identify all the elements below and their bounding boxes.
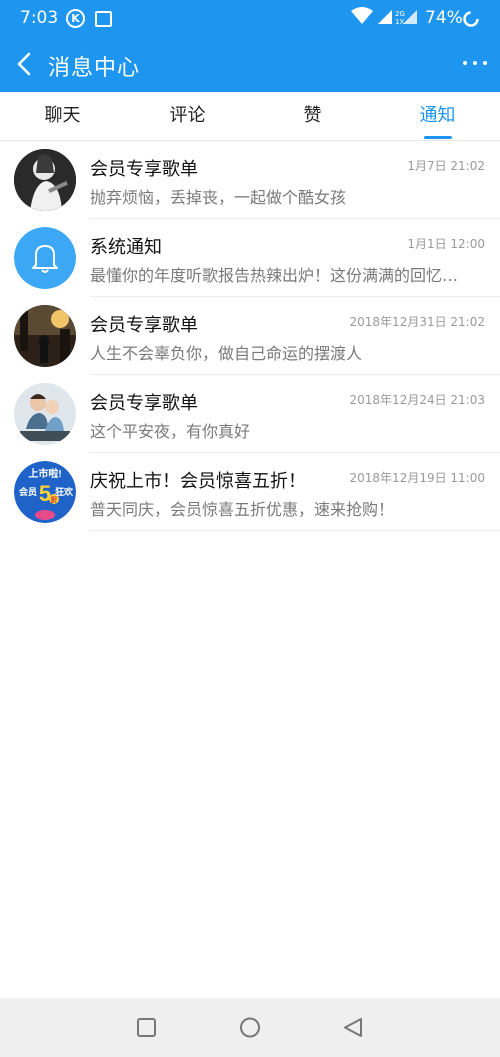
wifi-icon bbox=[351, 7, 373, 24]
promo-badge-icon: 上市啦! 会员 5 折 狂欢 bbox=[14, 461, 76, 523]
message-item[interactable]: 会员专享歌单 2018年12月24日 21:03 这个平安夜，有你真好 bbox=[0, 375, 500, 453]
signal-icon-2 bbox=[403, 10, 417, 24]
message-item[interactable]: 上市啦! 会员 5 折 狂欢 庆祝上市！会员惊喜五折！ 2018年12月19日 … bbox=[0, 453, 500, 531]
message-snippet: 抛弃烦恼，丢掉丧，一起做个酷女孩 bbox=[90, 188, 347, 207]
avatar bbox=[14, 383, 76, 445]
message-item[interactable]: 会员专享歌单 1月7日 21:02 抛弃烦恼，丢掉丧，一起做个酷女孩 bbox=[0, 141, 500, 219]
back-arrow-icon[interactable] bbox=[12, 50, 38, 78]
back-nav-icon[interactable] bbox=[323, 998, 383, 1057]
status-bar: 7:03 K 2G 1X 74% bbox=[0, 0, 500, 36]
divider bbox=[90, 530, 500, 531]
system-nav-bar bbox=[0, 998, 500, 1057]
message-title: 会员专享歌单 bbox=[90, 315, 198, 336]
message-title: 会员专享歌单 bbox=[90, 393, 198, 414]
tab-likes[interactable]: 赞 bbox=[250, 92, 375, 140]
status-time: 7:03 bbox=[20, 8, 59, 28]
message-snippet: 人生不会辜负你，做自己命运的摆渡人 bbox=[90, 344, 363, 363]
street-photo-icon bbox=[14, 305, 76, 367]
couple-photo-icon bbox=[14, 383, 76, 445]
page-title: 消息中心 bbox=[48, 56, 141, 81]
avatar bbox=[14, 227, 76, 289]
active-tab-indicator bbox=[424, 136, 452, 139]
message-snippet: 这个平安夜，有你真好 bbox=[90, 422, 251, 441]
message-item[interactable]: 会员专享歌单 2018年12月31日 21:02 人生不会辜负你，做自己命运的摆… bbox=[0, 297, 500, 375]
message-snippet: 最懂你的年度听歌报告热辣出炉！这份满满的回忆… bbox=[90, 266, 459, 285]
message-title: 会员专享歌单 bbox=[90, 159, 198, 180]
k-app-icon: K bbox=[66, 9, 85, 28]
battery-ring-icon bbox=[463, 11, 479, 27]
message-time: 2018年12月19日 11:00 bbox=[349, 471, 485, 485]
svg-text:5: 5 bbox=[39, 481, 51, 506]
app-bar: 消息中心 bbox=[0, 36, 500, 92]
message-snippet: 普天同庆，会员惊喜五折优惠，速来抢购！ bbox=[90, 500, 395, 519]
recent-apps-icon[interactable] bbox=[117, 998, 177, 1057]
avatar bbox=[14, 305, 76, 367]
home-icon[interactable] bbox=[220, 998, 280, 1057]
message-time: 2018年12月31日 21:02 bbox=[349, 315, 485, 329]
tab-chat[interactable]: 聊天 bbox=[0, 92, 125, 140]
message-time: 2018年12月24日 21:03 bbox=[349, 393, 485, 407]
svg-text:上市啦!: 上市啦! bbox=[28, 467, 61, 480]
message-list: 会员专享歌单 1月7日 21:02 抛弃烦恼，丢掉丧，一起做个酷女孩 系统通知 … bbox=[0, 141, 500, 531]
svg-text:狂欢: 狂欢 bbox=[55, 486, 74, 497]
message-title: 庆祝上市！会员惊喜五折！ bbox=[90, 471, 306, 492]
tab-comments[interactable]: 评论 bbox=[125, 92, 250, 140]
svg-text:会员: 会员 bbox=[19, 486, 37, 497]
image-notification-icon bbox=[95, 11, 112, 27]
more-options-icon[interactable] bbox=[460, 56, 490, 70]
avatar bbox=[14, 149, 76, 211]
girl-photo-icon bbox=[14, 149, 76, 211]
tab-bar: 聊天 评论 赞 通知 bbox=[0, 92, 500, 141]
message-title: 系统通知 bbox=[90, 237, 162, 258]
message-time: 1月1日 12:00 bbox=[407, 237, 485, 251]
battery-level: 74% bbox=[425, 8, 463, 28]
message-time: 1月7日 21:02 bbox=[407, 159, 485, 173]
bell-icon bbox=[14, 227, 76, 289]
tab-notifications[interactable]: 通知 bbox=[375, 92, 500, 140]
message-item[interactable]: 系统通知 1月1日 12:00 最懂你的年度听歌报告热辣出炉！这份满满的回忆… bbox=[0, 219, 500, 297]
signal-icon bbox=[378, 10, 392, 24]
avatar: 上市啦! 会员 5 折 狂欢 bbox=[14, 461, 76, 523]
